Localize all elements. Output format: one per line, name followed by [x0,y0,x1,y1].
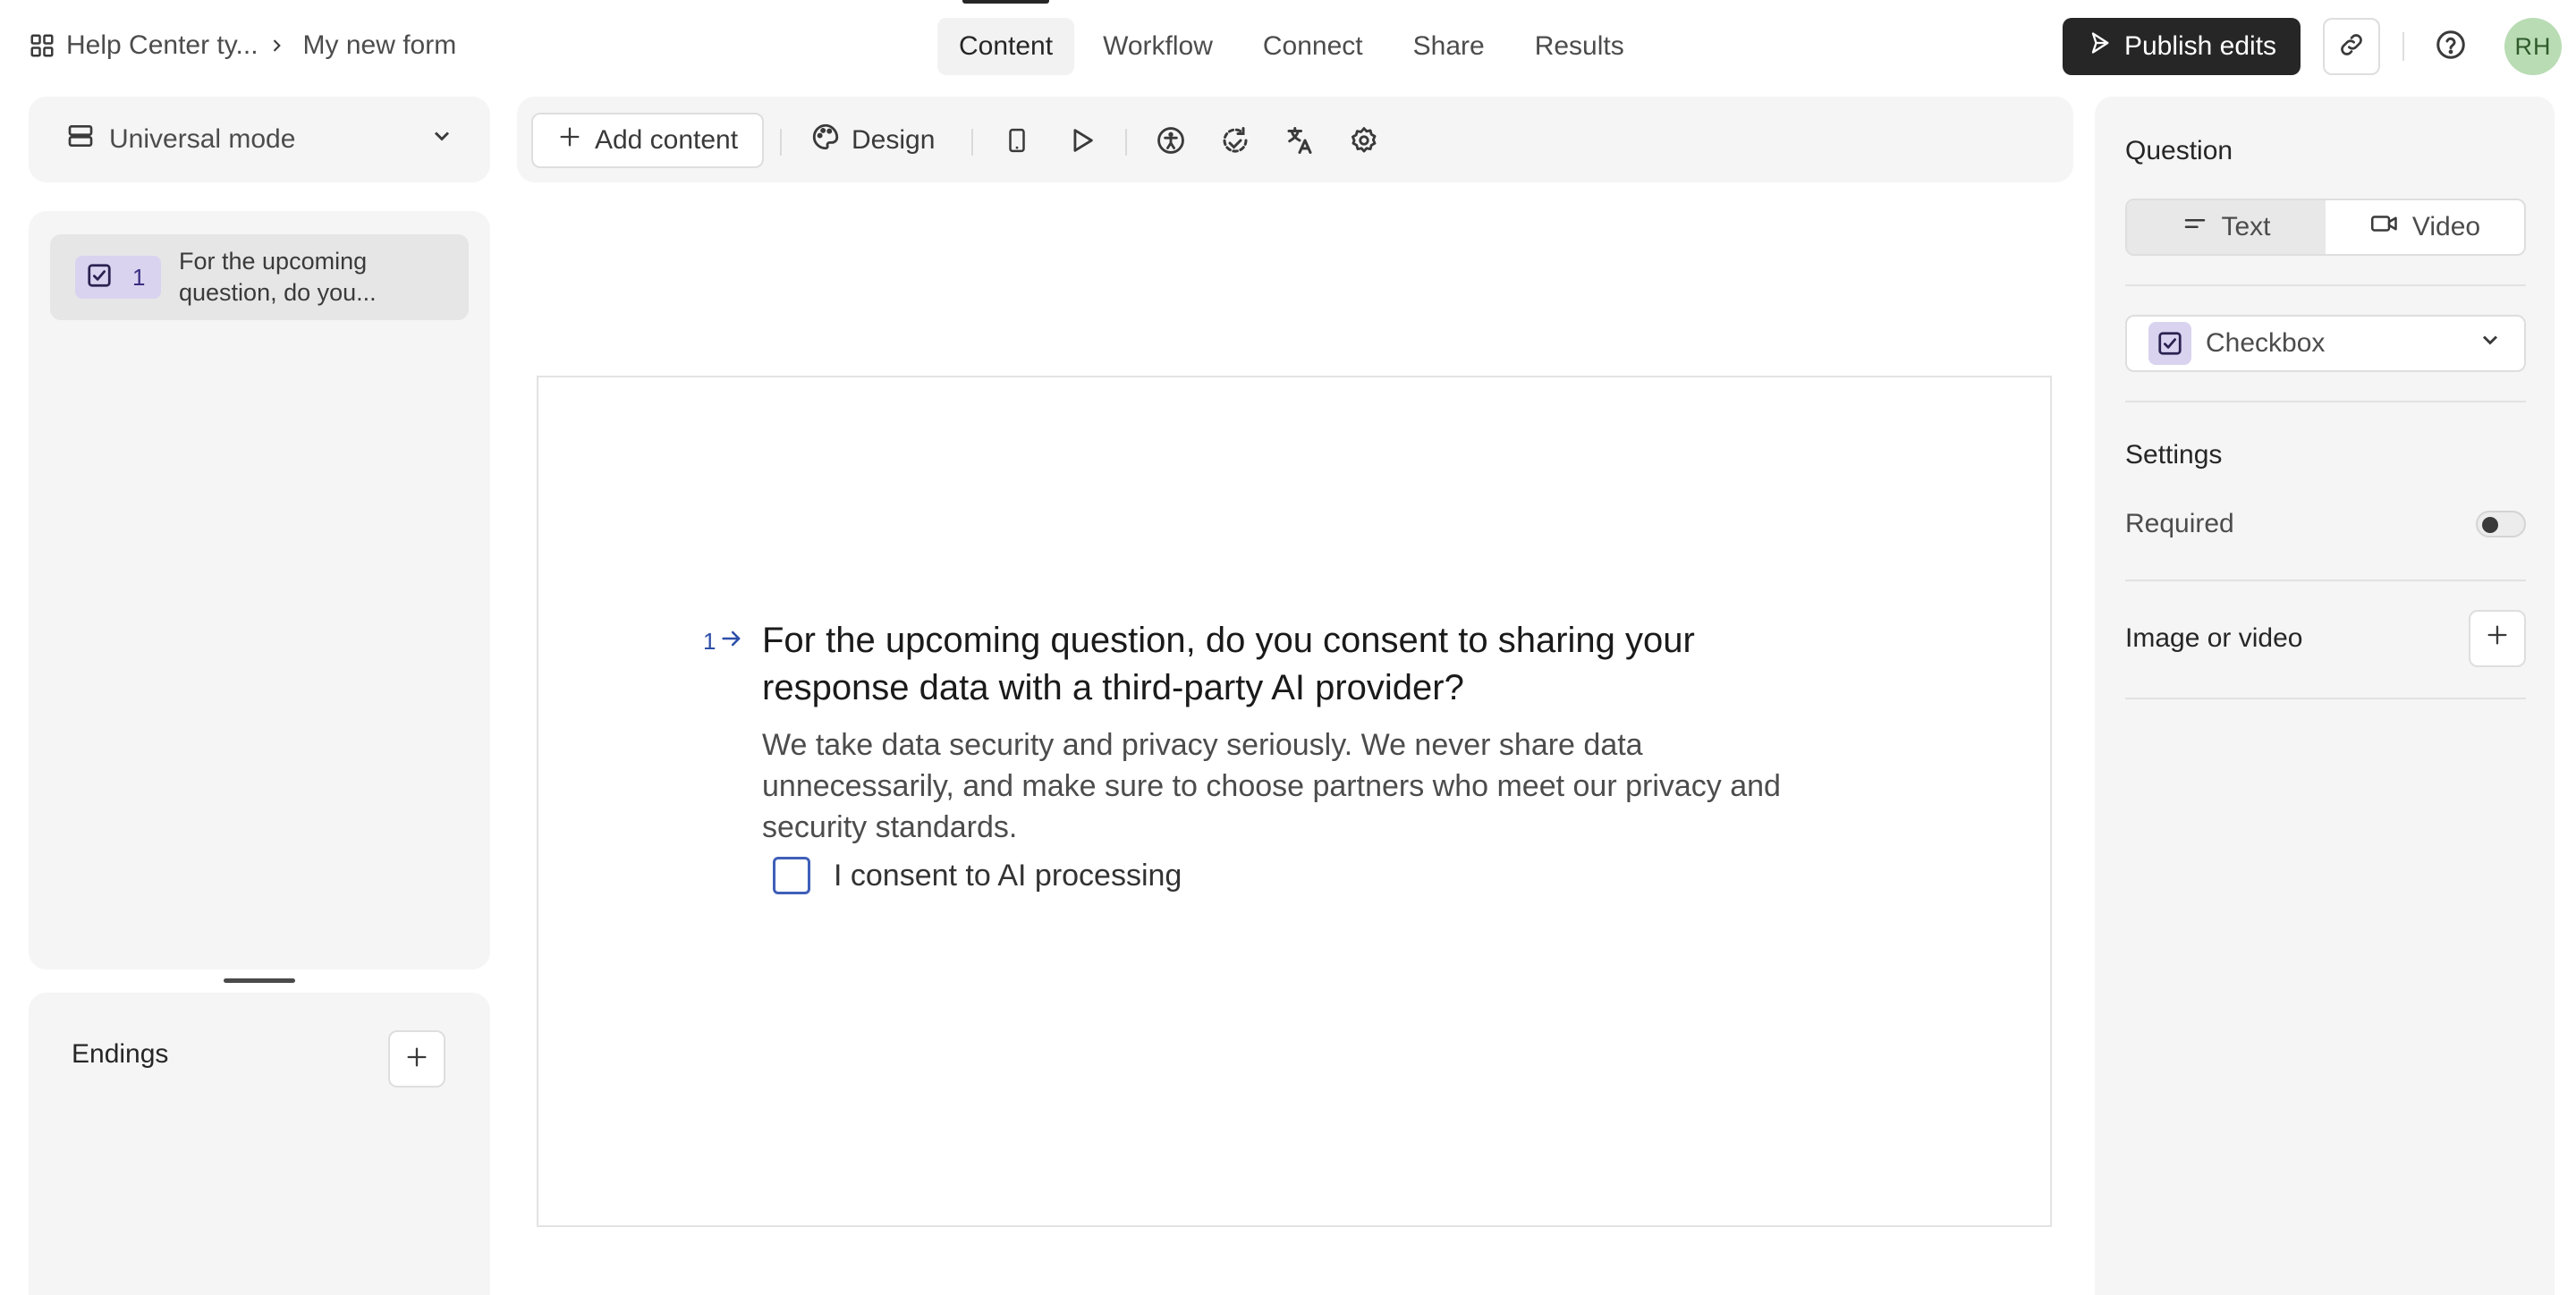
header-divider [2402,32,2404,61]
design-label: Design [852,125,936,155]
toolbar-divider [1125,129,1127,156]
help-icon [2435,29,2467,65]
panel-divider [2125,580,2526,581]
question-list-number: 1 [132,263,146,291]
plus-icon [2485,622,2510,655]
choice-option[interactable]: I consent to AI processing [773,857,1182,894]
question-number-value: 1 [703,628,716,655]
format-text-option[interactable]: Text [2127,200,2326,254]
tab-connect[interactable]: Connect [1241,18,1385,75]
video-icon [2369,210,2400,244]
tab-results[interactable]: Results [1513,18,1646,75]
image-or-video-label: Image or video [2125,623,2303,653]
question-list-label: For the upcoming question, do you... [179,248,377,306]
mode-label: Universal mode [109,124,296,154]
question-format-toggle: Text Video [2125,199,2526,256]
mobile-preview-icon[interactable] [1000,123,1034,157]
tab-content[interactable]: Content [937,0,1075,75]
endings-panel: Endings [29,993,490,1295]
panel-divider [2125,284,2526,286]
chevron-down-icon [2478,327,2503,360]
play-preview-icon[interactable] [1064,123,1098,157]
add-content-button[interactable]: Add content [531,113,764,168]
image-or-video-setting: Image or video [2125,610,2526,667]
avatar[interactable]: RH [2504,18,2562,75]
question-description[interactable]: We take data security and privacy seriou… [762,724,1835,848]
required-setting: Required [2125,506,2526,542]
choice-label[interactable]: I consent to AI processing [834,859,1182,893]
format-text-label: Text [2221,212,2271,241]
question-settings-panel: Question Text Video Checkbox Settings Re… [2095,97,2555,1295]
panel-divider [2125,401,2526,402]
add-ending-button[interactable] [388,1030,445,1088]
choice-checkbox[interactable] [773,857,810,894]
plus-icon [557,124,582,157]
add-image-or-video-button[interactable] [2469,610,2526,667]
translate-icon[interactable] [1283,123,1317,157]
question-type-label: Checkbox [2206,328,2326,358]
question-title[interactable]: For the upcoming question, do you consen… [762,617,1835,712]
question-type-badge [2148,322,2191,365]
add-content-label: Add content [594,125,739,155]
question-heading: Question [2125,136,2233,165]
breadcrumb: Help Center ty... My new form [29,27,456,64]
required-label: Required [2125,509,2234,538]
question-type-badge: 1 [75,256,161,299]
logic-icon[interactable] [1218,123,1252,157]
question-list-item[interactable]: 1 For the upcoming question, do you... [50,234,469,320]
tab-workflow[interactable]: Workflow [1081,18,1234,75]
design-button[interactable]: Design [810,113,935,168]
tab-share[interactable]: Share [1392,18,1506,75]
question-list-panel: 1 For the upcoming question, do you... [29,211,490,969]
link-icon [2337,30,2366,63]
send-icon [2087,30,2112,63]
palette-icon [810,122,841,159]
question-type-select[interactable]: Checkbox [2125,315,2526,372]
panel-resize-handle[interactable] [224,978,295,983]
workspace-grid-icon[interactable] [29,32,55,59]
checkbox-icon [86,262,113,293]
breadcrumb-form-name[interactable]: My new form [303,30,457,61]
required-toggle[interactable] [2476,511,2526,537]
question-number: 1 [703,626,744,657]
plus-icon [404,1045,429,1074]
toolbar-divider [780,129,782,156]
top-bar: Help Center ty... My new form Content Wo… [0,0,2576,91]
gear-icon[interactable] [1347,123,1381,157]
panel-divider [2125,698,2526,699]
main-nav-tabs: Content Workflow Connect Share Results [937,0,1646,75]
endings-title: Endings [72,1039,169,1069]
arrow-right-icon [719,626,744,657]
format-video-option[interactable]: Video [2326,200,2524,254]
editor-toolbar: Add content Design [517,97,2073,182]
text-lines-icon [2182,210,2208,244]
chevron-right-icon [267,37,285,55]
breadcrumb-workspace[interactable]: Help Center ty... [66,30,258,61]
format-video-label: Video [2411,212,2481,241]
mode-selector[interactable]: Universal mode [29,97,490,182]
toolbar-divider [971,129,973,156]
layers-icon [66,122,95,157]
help-button[interactable] [2431,27,2470,66]
publish-edits-button[interactable]: Publish edits [2063,18,2301,75]
chevron-down-icon [429,123,454,156]
copy-link-button[interactable] [2323,18,2380,75]
publish-edits-label: Publish edits [2123,31,2277,61]
accessibility-icon[interactable] [1154,123,1188,157]
settings-heading: Settings [2125,440,2223,470]
